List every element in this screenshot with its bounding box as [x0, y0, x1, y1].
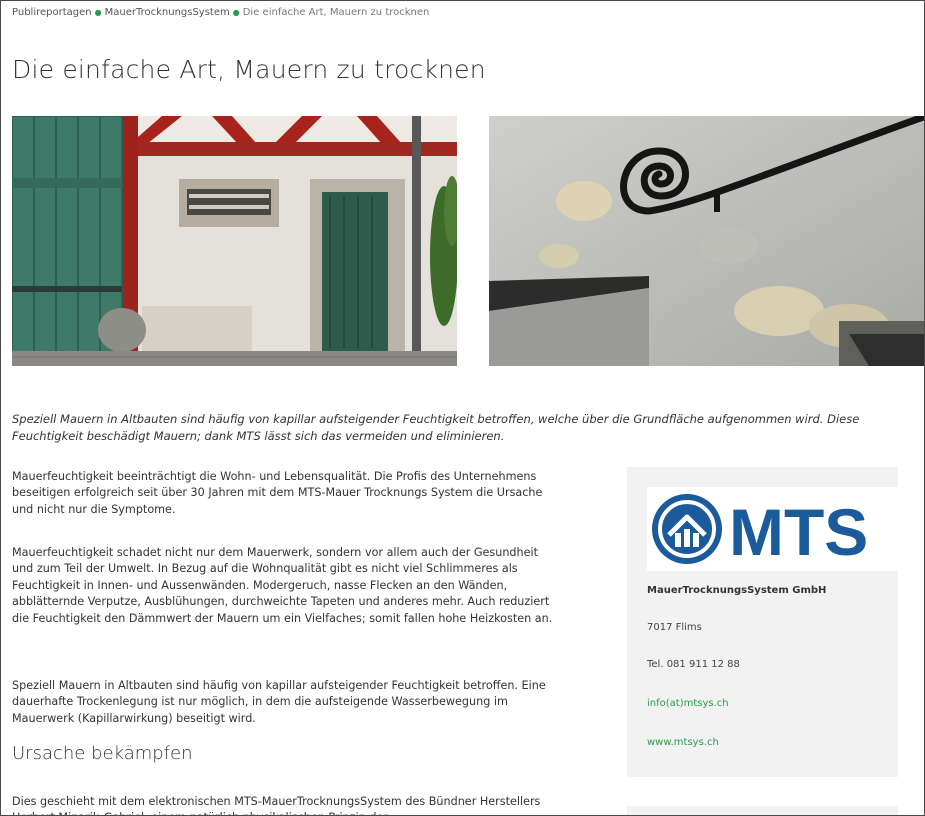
breadcrumb-current: Die einfache Art, Mauern zu trocknen: [242, 7, 430, 18]
breadcrumb-separator-icon: ●: [232, 8, 240, 17]
article-paragraph: Speziell Mauern in Altbauten sind häufig…: [12, 679, 546, 725]
page-frame: Publireportagen ● MauerTrocknungsSystem ● Di…: [0, 0, 925, 816]
breadcrumb-separator-icon: ●: [94, 8, 102, 17]
mts-logo: MTS: [647, 487, 909, 571]
breadcrumb-link-mts[interactable]: MauerTrocknungsSystem: [105, 7, 230, 18]
company-name: MauerTrocknungsSystem GmbH: [647, 585, 827, 596]
company-address: 7017 Flims: [647, 622, 702, 633]
breadcrumb: Publireportagen ● MauerTrocknungsSystem ● Di…: [12, 7, 429, 18]
secondary-sidebar-card: [627, 806, 898, 815]
logo-wordmark: MTS: [729, 495, 868, 569]
house-facade-photo: [12, 116, 457, 366]
company-website-link[interactable]: www.mtsys.ch: [647, 737, 719, 748]
company-contact-card: MTS MauerTrocknungsSystem GmbH 7017 Flim…: [627, 467, 909, 777]
article-lead: Speziell Mauern in Altbauten sind häufig…: [12, 412, 860, 443]
company-phone: Tel. 081 911 12 88: [647, 659, 740, 670]
damaged-wall-photo: [489, 116, 924, 366]
breadcrumb-link-publireportagen[interactable]: Publireportagen: [12, 7, 92, 18]
company-email-link[interactable]: info(at)mtsys.ch: [647, 698, 729, 709]
section-heading: Ursache bekämpfen: [12, 743, 193, 764]
article-paragraph: Mauerfeuchtigkeit schadet nicht nur dem …: [12, 546, 553, 625]
article-paragraph: Mauerfeuchtigkeit beeinträchtigt die Woh…: [12, 470, 543, 516]
page-title: Die einfache Art, Mauern zu trocknen: [12, 55, 486, 84]
article-paragraph: Dies geschieht mit dem elektronischen MT…: [12, 795, 541, 815]
